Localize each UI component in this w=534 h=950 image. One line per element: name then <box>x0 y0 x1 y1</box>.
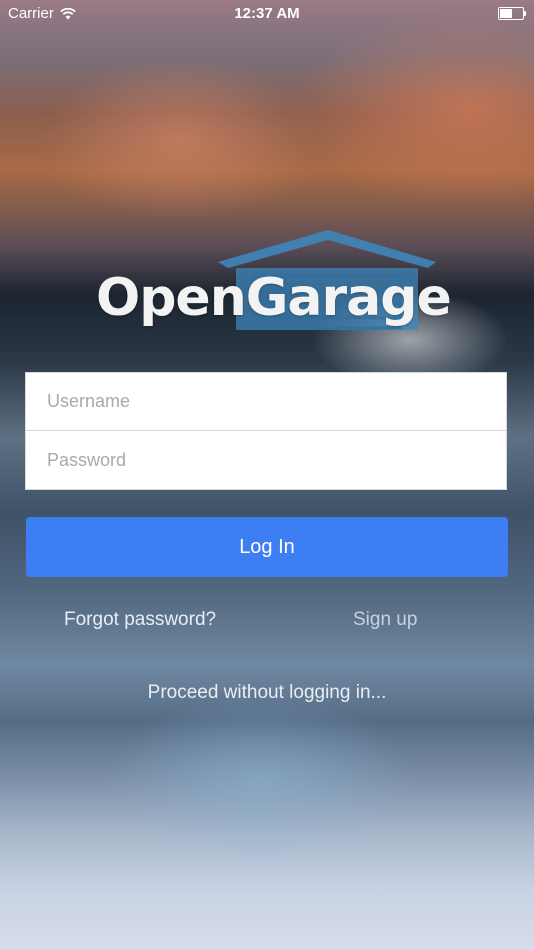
app-logo: OpenGarage <box>96 228 452 334</box>
status-bar: Carrier 12:37 AM <box>0 0 534 28</box>
username-field[interactable]: Username <box>26 373 506 431</box>
logo-text: OpenGarage <box>96 268 452 328</box>
battery-icon <box>498 7 526 20</box>
status-time: 12:37 AM <box>234 5 300 22</box>
sign-up-link[interactable]: Sign up <box>353 609 417 631</box>
proceed-without-login-link[interactable]: Proceed without logging in... <box>0 682 534 704</box>
login-button[interactable]: Log In <box>26 517 508 577</box>
password-field[interactable]: Password <box>26 431 506 489</box>
login-form: Username Password <box>25 372 507 490</box>
forgot-password-link[interactable]: Forgot password? <box>64 609 216 631</box>
